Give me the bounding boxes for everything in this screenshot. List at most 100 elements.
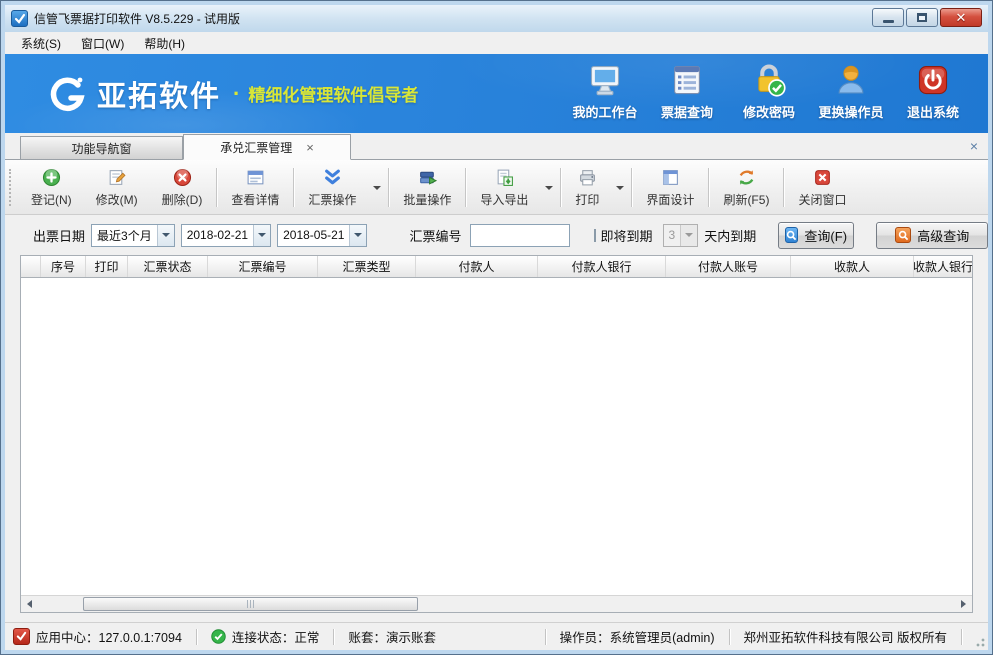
column-header-seq[interactable]: 序号 xyxy=(41,256,86,277)
horizontal-scrollbar[interactable] xyxy=(21,595,972,612)
column-header-payee-bank[interactable]: 收款人银行 xyxy=(914,256,972,277)
advanced-search-button[interactable]: 高级查询 xyxy=(876,222,988,249)
resize-grip[interactable] xyxy=(973,635,985,647)
banner-action-label: 退出系统 xyxy=(907,102,959,121)
date-from-select[interactable]: 2018-02-21 xyxy=(181,224,271,247)
close-button[interactable]: ✕ xyxy=(940,8,982,27)
batch-actions-icon xyxy=(418,168,437,187)
ui-design-icon xyxy=(661,168,680,187)
brand-slogan: 精细化管理软件倡导者 xyxy=(248,81,418,106)
chevron-down-icon xyxy=(545,186,553,190)
toolbar-separator xyxy=(293,168,294,207)
combo-arrow-button[interactable] xyxy=(157,225,174,246)
exit-power-icon xyxy=(915,62,951,98)
tab-draft-management[interactable]: 承兑汇票管理 × xyxy=(183,134,351,160)
column-header-payer-account[interactable]: 付款人账号 xyxy=(666,256,791,277)
due-soon-checkbox[interactable] xyxy=(594,229,596,242)
maximize-button[interactable] xyxy=(906,8,938,27)
date-range-select[interactable]: 最近3个月 xyxy=(91,224,175,247)
maximize-icon xyxy=(917,13,927,22)
batch-actions-button[interactable]: 批量操作 xyxy=(391,163,463,212)
tab-nav-window[interactable]: 功能导航窗 xyxy=(20,136,183,159)
bill-actions-button[interactable]: 汇票操作 xyxy=(296,163,368,212)
menu-window[interactable]: 窗口(W) xyxy=(71,32,134,55)
bill-grid: 序号 打印 汇票状态 汇票编号 汇票类型 付款人 付款人银行 付款人账号 收款人… xyxy=(20,255,973,613)
print-dropdown[interactable] xyxy=(611,163,629,212)
banner-action-exit[interactable]: 退出系统 xyxy=(892,62,974,121)
column-header-status[interactable]: 汇票状态 xyxy=(128,256,208,277)
toolbar-separator xyxy=(465,168,466,207)
register-button[interactable]: 登记(N) xyxy=(19,163,84,212)
combo-arrow-button xyxy=(680,225,697,246)
banner-action-switch-operator[interactable]: 更换操作员 xyxy=(810,62,892,121)
menu-system[interactable]: 系统(S) xyxy=(11,32,71,55)
import-export-dropdown[interactable] xyxy=(540,163,558,212)
advanced-search-icon xyxy=(895,227,911,243)
bill-actions-dropdown[interactable] xyxy=(368,163,386,212)
toolbar-button-label: 打印 xyxy=(575,191,599,208)
app-window: 信管飞票据打印软件 V8.5.229 - 试用版 ✕ 系统(S) 窗口(W) 帮… xyxy=(0,0,993,655)
minimize-button[interactable] xyxy=(872,8,904,27)
bill-query-icon xyxy=(669,62,705,98)
toolbar-separator xyxy=(631,168,632,207)
due-soon-label: 即将到期 xyxy=(601,226,653,245)
column-header-bill-no[interactable]: 汇票编号 xyxy=(208,256,318,277)
scroll-right-button[interactable] xyxy=(955,596,972,612)
banner-action-label: 我的工作台 xyxy=(572,102,637,121)
arrow-left-icon xyxy=(27,600,32,608)
operator-status: 操作员：系统管理员(admin) xyxy=(560,627,715,646)
tabstrip-close-icon[interactable]: × xyxy=(970,138,978,154)
scroll-left-button[interactable] xyxy=(21,596,38,612)
copyright-status: 郑州亚拓软件科技有限公司 版权所有 xyxy=(744,627,947,646)
delete-button[interactable]: 删除(D) xyxy=(150,163,215,212)
toolbar-separator xyxy=(216,168,217,207)
delete-icon xyxy=(173,168,192,187)
date-to-select[interactable]: 2018-05-21 xyxy=(277,224,367,247)
tab-close-icon[interactable]: × xyxy=(306,141,314,154)
view-detail-icon xyxy=(246,168,265,187)
refresh-button[interactable]: 刷新(F5) xyxy=(711,163,781,212)
toolbar-button-label: 删除(D) xyxy=(162,191,203,208)
status-separator xyxy=(729,629,730,645)
column-header-payer[interactable]: 付款人 xyxy=(416,256,538,277)
print-button[interactable]: 打印 xyxy=(563,163,611,212)
brand-block: 亚拓软件 · 精细化管理软件倡导者 xyxy=(45,73,418,115)
date-from-value: 2018-02-21 xyxy=(182,228,253,242)
date-to-value: 2018-05-21 xyxy=(278,228,349,242)
banner-action-workbench[interactable]: 我的工作台 xyxy=(564,62,646,121)
banner-action-change-password[interactable]: 修改密码 xyxy=(728,62,810,121)
print-icon xyxy=(578,168,597,187)
advanced-search-button-label: 高级查询 xyxy=(917,226,969,245)
combo-arrow-button[interactable] xyxy=(349,225,366,246)
toolbar-button-label: 导入导出 xyxy=(480,191,528,208)
view-detail-button[interactable]: 查看详情 xyxy=(219,163,291,212)
import-export-button[interactable]: 导入导出 xyxy=(468,163,540,212)
chevron-down-icon xyxy=(685,233,693,237)
toolbar-grip[interactable] xyxy=(9,169,16,206)
column-header-payer-bank[interactable]: 付款人银行 xyxy=(538,256,666,277)
close-window-button[interactable]: 关闭窗口 xyxy=(786,163,858,212)
grid-body-empty[interactable] xyxy=(21,278,972,595)
account-set-text: 账套：演示账套 xyxy=(348,627,436,646)
combo-arrow-button[interactable] xyxy=(253,225,270,246)
status-bar: 应用中心：127.0.0.1:7094 连接状态：正常 账套：演示账套 操作员：… xyxy=(5,622,988,650)
toolbar-button-label: 查看详情 xyxy=(231,191,279,208)
bill-number-input[interactable] xyxy=(470,224,570,247)
brand-logo-icon xyxy=(45,73,87,115)
grid-header: 序号 打印 汇票状态 汇票编号 汇票类型 付款人 付款人银行 付款人账号 收款人… xyxy=(21,256,972,278)
tab-label: 功能导航窗 xyxy=(71,140,131,157)
column-header-print[interactable]: 打印 xyxy=(86,256,128,277)
modify-button[interactable]: 修改(M) xyxy=(84,163,150,212)
menu-help[interactable]: 帮助(H) xyxy=(134,32,195,55)
arrow-right-icon xyxy=(961,600,966,608)
search-button[interactable]: 查询(F) xyxy=(778,222,854,249)
ui-design-button[interactable]: 界面设计 xyxy=(634,163,706,212)
scrollbar-track[interactable] xyxy=(38,596,955,612)
banner-action-bill-query[interactable]: 票据查询 xyxy=(646,62,728,121)
column-header-bill-type[interactable]: 汇票类型 xyxy=(318,256,416,277)
brand-name: 亚拓软件 xyxy=(97,73,221,115)
search-icon xyxy=(785,227,798,243)
scrollbar-thumb[interactable] xyxy=(83,597,418,611)
due-days-select[interactable]: 3 xyxy=(663,224,699,247)
column-header-payee[interactable]: 收款人 xyxy=(791,256,914,277)
